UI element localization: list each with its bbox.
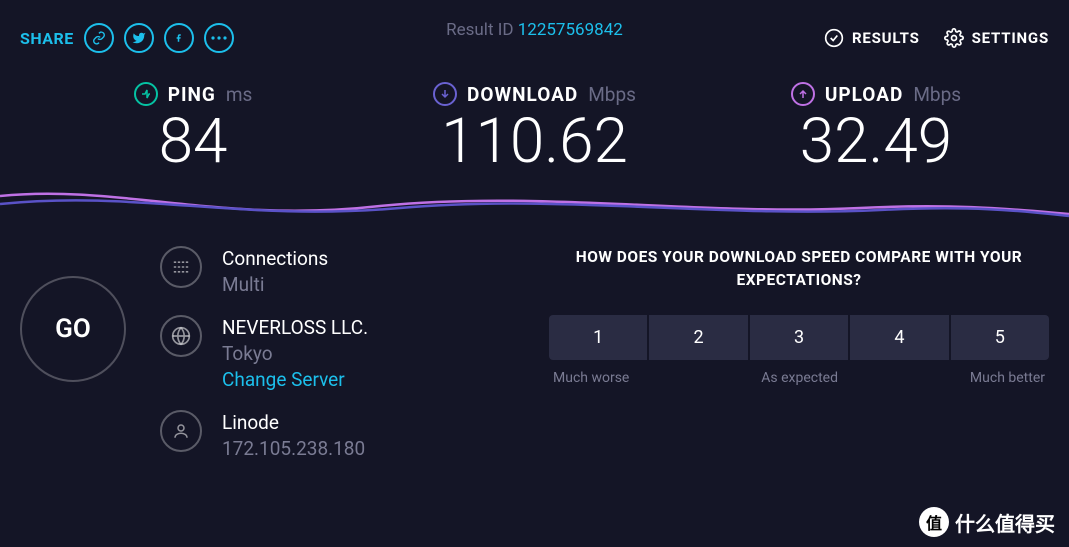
user-icon: [160, 410, 202, 452]
share-twitter-icon[interactable]: [124, 23, 154, 53]
connections-title: Connections: [222, 246, 328, 272]
connections-row: Connections Multi: [160, 246, 368, 297]
share-more-icon[interactable]: [204, 23, 234, 53]
rating-1[interactable]: 1: [549, 315, 647, 360]
share-link-icon[interactable]: [84, 23, 114, 53]
server-location: Tokyo: [222, 341, 368, 367]
change-server-link[interactable]: Change Server: [222, 367, 368, 393]
isp-title: Linode: [222, 410, 365, 436]
rating-label-high: Much better: [970, 370, 1045, 386]
result-id: Result ID 12257569842: [446, 20, 623, 40]
results-label: RESULTS: [852, 29, 920, 47]
checkmark-circle-icon: [824, 28, 844, 48]
isp-ip: 172.105.238.180: [222, 436, 365, 462]
connections-sub: Multi: [222, 272, 328, 298]
server-title: NEVERLOSS LLC.: [222, 315, 368, 341]
ping-metric: PING ms 84: [93, 82, 293, 176]
server-row: NEVERLOSS LLC. Tokyo Change Server: [160, 315, 368, 392]
go-label: GO: [55, 314, 91, 344]
download-icon: [433, 82, 457, 106]
result-id-label: Result ID: [446, 20, 513, 40]
rating-2[interactable]: 2: [649, 315, 747, 360]
gear-icon: [944, 28, 964, 48]
rating-row: 1 2 3 4 5: [549, 315, 1049, 360]
settings-button[interactable]: SETTINGS: [944, 28, 1049, 48]
download-label: DOWNLOAD: [467, 83, 578, 106]
upload-icon: [791, 82, 815, 106]
ping-label: PING: [168, 83, 216, 106]
ping-icon: [134, 82, 158, 106]
settings-label: SETTINGS: [972, 29, 1049, 47]
share-label: SHARE: [20, 29, 74, 48]
download-metric: DOWNLOAD Mbps 110.62: [433, 82, 636, 176]
share-facebook-icon[interactable]: [164, 23, 194, 53]
isp-row: Linode 172.105.238.180: [160, 410, 368, 461]
watermark: 值 什么值得买: [919, 507, 1055, 537]
results-button[interactable]: RESULTS: [824, 28, 920, 48]
download-unit: Mbps: [588, 83, 636, 106]
rating-label-low: Much worse: [553, 370, 629, 386]
upload-label: UPLOAD: [825, 83, 903, 106]
speed-wave-graphic: [0, 184, 1069, 224]
go-button[interactable]: GO: [20, 276, 126, 382]
rating-5[interactable]: 5: [951, 315, 1049, 360]
upload-unit: Mbps: [913, 83, 961, 106]
rating-3[interactable]: 3: [750, 315, 848, 360]
rating-4[interactable]: 4: [850, 315, 948, 360]
connections-icon: [160, 246, 202, 288]
watermark-badge: 值: [919, 507, 949, 537]
ping-unit: ms: [226, 83, 252, 106]
ping-value: 84: [93, 108, 293, 176]
upload-metric: UPLOAD Mbps 32.49: [776, 82, 976, 176]
globe-icon: [160, 315, 202, 357]
watermark-text: 什么值得买: [955, 508, 1055, 537]
rating-label-mid: As expected: [629, 370, 970, 386]
upload-value: 32.49: [776, 108, 976, 176]
download-value: 110.62: [433, 108, 636, 176]
survey-question: HOW DOES YOUR DOWNLOAD SPEED COMPARE WIT…: [549, 246, 1049, 293]
result-id-value: 12257569842: [518, 20, 623, 40]
